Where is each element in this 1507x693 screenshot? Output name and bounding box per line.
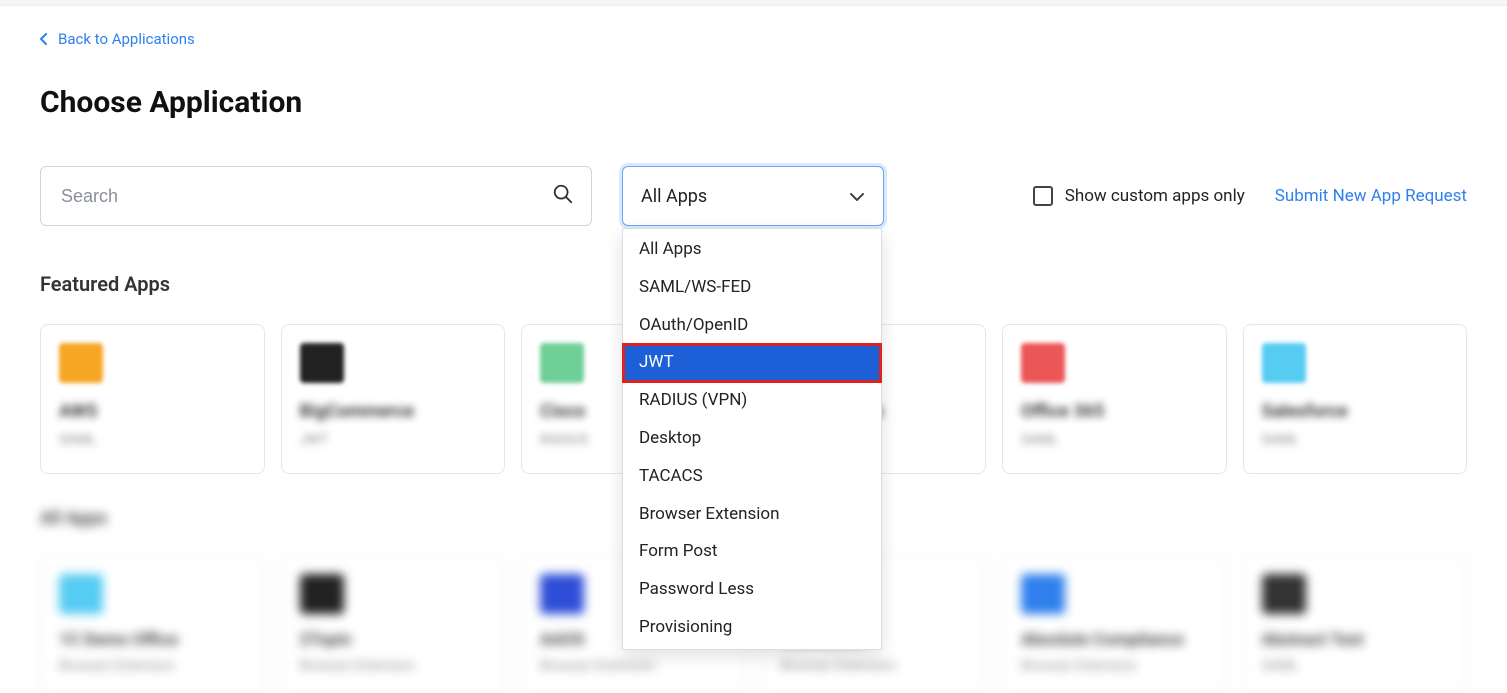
app-sub: JWT xyxy=(300,432,487,448)
filter-option[interactable]: Desktop xyxy=(623,420,881,458)
chevron-left-icon xyxy=(40,33,48,45)
app-name: Office 365 xyxy=(1021,401,1208,422)
app-card[interactable]: Abstract Test SAML xyxy=(1243,555,1468,693)
back-link-label: Back to Applications xyxy=(58,30,195,48)
filter-option[interactable]: Browser Extension xyxy=(623,496,881,534)
filter-option[interactable]: SAML/WS-FED xyxy=(623,269,881,307)
filter-option[interactable]: JWT xyxy=(623,344,881,382)
app-name: 1C Demo Office xyxy=(59,630,246,650)
right-controls: Show custom apps only Submit New App Req… xyxy=(1033,186,1467,206)
app-card[interactable]: AWS SAML xyxy=(40,324,265,474)
app-sub: Browser Extension xyxy=(540,658,727,674)
app-card[interactable]: 1C Demo Office Browser Extension xyxy=(40,555,265,693)
filter-option[interactable]: TACACS xyxy=(623,458,881,496)
app-icon xyxy=(1262,343,1306,383)
app-icon xyxy=(1021,574,1065,614)
filter-option[interactable]: Password Less xyxy=(623,571,881,609)
filter-select[interactable]: All Apps xyxy=(622,166,884,226)
app-sub: SAML xyxy=(59,432,246,448)
app-name: Abstract Test xyxy=(1262,630,1449,650)
chevron-down-icon xyxy=(849,186,865,207)
app-sub: SAML xyxy=(1262,658,1449,674)
filter-dropdown: All AppsSAML/WS-FEDOAuth/OpenIDJWTRADIUS… xyxy=(622,228,882,650)
filter-option[interactable]: OAuth/OpenID xyxy=(623,307,881,345)
app-card[interactable]: BigCommerce JWT xyxy=(281,324,506,474)
search-icon[interactable] xyxy=(552,183,574,209)
app-sub: Browser Extension xyxy=(300,658,487,674)
search-input[interactable] xyxy=(40,166,592,226)
app-sub: Browser Extension xyxy=(1021,658,1208,674)
controls-row: All Apps All AppsSAML/WS-FEDOAuth/OpenID… xyxy=(40,166,1467,226)
top-border xyxy=(0,0,1507,6)
app-sub: Browser Extension xyxy=(59,658,246,674)
filter-selected-label: All Apps xyxy=(641,186,707,207)
page-title: Choose Application xyxy=(40,85,1467,120)
app-icon xyxy=(300,343,344,383)
app-sub: Browser Extension xyxy=(781,658,968,674)
custom-apps-checkbox[interactable]: Show custom apps only xyxy=(1033,186,1245,206)
app-card[interactable]: 2Topin Browser Extension xyxy=(281,555,506,693)
app-card[interactable]: Absolute Compliance Browser Extension xyxy=(1002,555,1227,693)
filter-option[interactable]: Form Post xyxy=(623,533,881,571)
app-sub: SAML xyxy=(1262,432,1449,448)
app-card[interactable]: Salesforce SAML xyxy=(1243,324,1468,474)
app-icon xyxy=(1021,343,1065,383)
search-wrap xyxy=(40,166,592,226)
checkbox-box xyxy=(1033,186,1053,206)
app-sub: SAML xyxy=(1021,432,1208,448)
app-icon xyxy=(540,343,584,383)
filter-wrap: All Apps All AppsSAML/WS-FEDOAuth/OpenID… xyxy=(622,166,884,226)
app-icon xyxy=(1262,574,1306,614)
back-to-applications-link[interactable]: Back to Applications xyxy=(40,30,195,48)
app-name: 2Topin xyxy=(300,630,487,650)
custom-apps-label: Show custom apps only xyxy=(1065,186,1245,206)
app-icon xyxy=(59,574,103,614)
app-icon xyxy=(540,574,584,614)
app-icon xyxy=(59,343,103,383)
filter-option[interactable]: All Apps xyxy=(623,231,881,269)
filter-option[interactable]: Provisioning xyxy=(623,609,881,647)
filter-option[interactable]: RADIUS (VPN) xyxy=(623,382,881,420)
app-name: Salesforce xyxy=(1262,401,1449,422)
app-name: BigCommerce xyxy=(300,401,487,422)
app-name: Absolute Compliance xyxy=(1021,630,1208,650)
app-name: AWS xyxy=(59,401,246,422)
app-icon xyxy=(300,574,344,614)
submit-new-app-link[interactable]: Submit New App Request xyxy=(1275,186,1467,206)
app-card[interactable]: Office 365 SAML xyxy=(1002,324,1227,474)
